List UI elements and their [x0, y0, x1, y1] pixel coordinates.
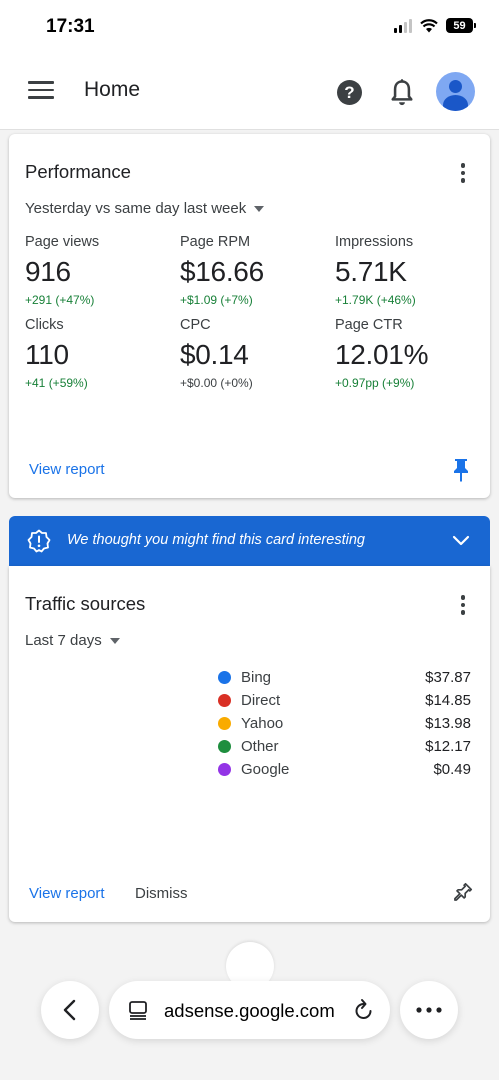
status-icons: 59	[394, 18, 476, 33]
metric-cpc: CPC $0.14 +$0.00 (+0%)	[180, 317, 335, 390]
legend-name: Other	[241, 738, 279, 755]
more-options-icon[interactable]	[460, 595, 466, 615]
page-title: Home	[84, 78, 141, 101]
legend-value: $37.87	[425, 669, 471, 686]
metric-impressions: Impressions 5.71K +1.79K (+46%)	[335, 234, 485, 307]
metric-label: Clicks	[25, 317, 64, 333]
menu-icon[interactable]	[28, 81, 54, 103]
metric-value: 12.01%	[335, 339, 429, 370]
legend-name: Bing	[241, 669, 272, 686]
pin-outline-icon[interactable]	[451, 882, 473, 904]
metric-change: +291 (+47%)	[25, 293, 95, 307]
suggestion-banner[interactable]: We thought you might find this card inte…	[9, 516, 490, 566]
address-bar[interactable]: adsense.google.com	[109, 981, 390, 1039]
metric-value: 916	[25, 256, 71, 287]
battery-icon: 59	[446, 18, 476, 33]
date-range-label: Last 7 days	[25, 632, 102, 649]
metric-label: Page views	[25, 234, 100, 250]
banner-text: We thought you might find this card inte…	[67, 532, 365, 548]
view-report-link[interactable]: View report	[29, 885, 105, 902]
legend-value: $12.17	[425, 738, 471, 755]
metric-label: CPC	[180, 317, 211, 333]
caret-down-icon	[109, 637, 120, 644]
more-options-icon[interactable]	[460, 163, 466, 183]
metric-page-rpm: Page RPM $16.66 +$1.09 (+7%)	[180, 234, 335, 307]
metric-page-ctr: Page CTR 12.01% +0.97pp (+9%)	[335, 317, 485, 390]
legend-item-google: Google $0.49	[218, 758, 471, 781]
performance-title: Performance	[25, 161, 131, 182]
google-color-dot	[218, 763, 231, 776]
legend-name: Google	[241, 761, 290, 778]
app-header: Home ?	[0, 56, 499, 130]
yahoo-color-dot	[218, 717, 231, 730]
wifi-icon	[420, 18, 438, 32]
cellular-signal-icon	[394, 18, 412, 33]
traffic-sources-title: Traffic sources	[25, 593, 146, 614]
status-time: 17:31	[46, 16, 95, 37]
status-bar: 17:31 59	[0, 0, 499, 56]
direct-color-dot	[218, 694, 231, 707]
pin-filled-icon[interactable]	[452, 458, 470, 482]
more-button[interactable]	[400, 981, 458, 1039]
other-color-dot	[218, 740, 231, 753]
notifications-bell-icon[interactable]	[388, 78, 416, 108]
metric-label: Page CTR	[335, 317, 403, 333]
traffic-legend: Bing $37.87 Direct $14.85 Yahoo $13.98 O…	[218, 666, 471, 781]
battery-level: 59	[453, 19, 466, 32]
legend-item-yahoo: Yahoo $13.98	[218, 712, 471, 735]
comparison-dropdown[interactable]: Yesterday vs same day last week	[25, 200, 265, 217]
url-text: adsense.google.com	[164, 1000, 335, 1021]
metric-value: 5.71K	[335, 256, 407, 287]
metric-page-views: Page views 916 +291 (+47%)	[25, 234, 180, 307]
alert-badge-icon	[27, 529, 51, 553]
traffic-sources-card: Traffic sources Last 7 days Bing $37.87 …	[9, 566, 490, 922]
legend-value: $0.49	[433, 761, 471, 778]
comparison-label: Yesterday vs same day last week	[25, 200, 247, 217]
metric-change: +1.79K (+46%)	[335, 293, 416, 307]
ellipsis-icon	[416, 1007, 442, 1013]
metric-change: +$1.09 (+7%)	[180, 293, 253, 307]
back-button[interactable]	[41, 981, 99, 1039]
view-report-link[interactable]: View report	[29, 461, 105, 478]
help-icon[interactable]: ?	[337, 80, 362, 105]
legend-value: $13.98	[425, 715, 471, 732]
metrics-grid: Page views 916 +291 (+47%) Page RPM $16.…	[25, 234, 485, 390]
chevron-down-icon[interactable]	[452, 532, 470, 550]
metric-change: +41 (+59%)	[25, 376, 88, 390]
date-range-dropdown[interactable]: Last 7 days	[25, 632, 120, 649]
legend-name: Yahoo	[241, 715, 284, 732]
metric-change: +0.97pp (+9%)	[335, 376, 415, 390]
chevron-left-icon	[63, 999, 76, 1021]
legend-item-bing: Bing $37.87	[218, 666, 471, 689]
metric-value: 110	[25, 339, 69, 370]
caret-down-icon	[254, 205, 265, 212]
legend-item-other: Other $12.17	[218, 735, 471, 758]
legend-item-direct: Direct $14.85	[218, 689, 471, 712]
page-menu-icon[interactable]	[128, 1000, 148, 1020]
metric-value: $0.14	[180, 339, 249, 370]
performance-card: Performance Yesterday vs same day last w…	[9, 134, 490, 498]
reload-icon[interactable]	[353, 998, 375, 1022]
metric-change: +$0.00 (+0%)	[180, 376, 253, 390]
metric-label: Impressions	[335, 234, 414, 250]
metric-label: Page RPM	[180, 234, 251, 250]
metric-value: $16.66	[180, 256, 264, 287]
browser-toolbar: adsense.google.com	[0, 960, 499, 1080]
dismiss-button[interactable]: Dismiss	[135, 885, 188, 902]
metric-clicks: Clicks 110 +41 (+59%)	[25, 317, 180, 390]
account-avatar[interactable]	[436, 72, 475, 111]
legend-value: $14.85	[425, 692, 471, 709]
bing-color-dot	[218, 671, 231, 684]
legend-name: Direct	[241, 692, 281, 709]
